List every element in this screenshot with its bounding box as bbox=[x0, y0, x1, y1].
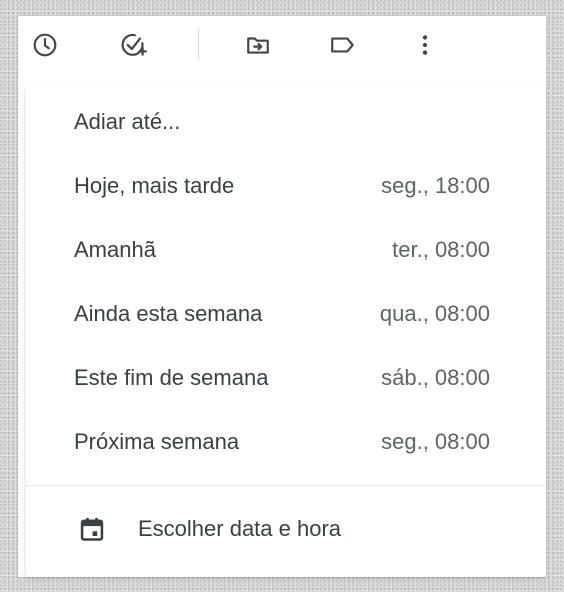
snooze-option-time: sáb., 08:00 bbox=[381, 365, 490, 390]
add-to-tasks-button[interactable] bbox=[118, 30, 148, 60]
more-options-button[interactable] bbox=[410, 30, 440, 60]
snooze-option-time: seg., 18:00 bbox=[381, 173, 490, 198]
snooze-option-tomorrow[interactable]: Amanhã ter., 08:00 bbox=[26, 224, 546, 276]
labels-button[interactable] bbox=[328, 30, 358, 60]
move-to-button[interactable] bbox=[243, 30, 273, 60]
snooze-button[interactable] bbox=[30, 30, 60, 60]
move-to-folder-icon bbox=[247, 37, 269, 54]
snooze-menu-title: Adiar até... bbox=[74, 109, 181, 134]
snooze-option-later-today[interactable]: Hoje, mais tarde seg., 18:00 bbox=[26, 160, 546, 212]
snooze-option-label: Este fim de semana bbox=[74, 365, 269, 390]
snooze-option-label: Hoje, mais tarde bbox=[74, 173, 235, 198]
gmail-window: Adiar até... Hoje, mais tarde seg., 18:0… bbox=[18, 16, 546, 577]
pick-date-time-label: Escolher data e hora bbox=[138, 516, 342, 541]
clock-icon bbox=[33, 33, 57, 57]
snooze-option-time: qua., 08:00 bbox=[379, 301, 490, 326]
message-toolbar bbox=[18, 16, 546, 72]
more-vert-icon bbox=[422, 35, 428, 55]
snooze-option-time: seg., 08:00 bbox=[381, 429, 490, 454]
pick-date-time-button[interactable]: Escolher data e hora bbox=[26, 498, 546, 560]
snooze-option-next-week[interactable]: Próxima semana seg., 08:00 bbox=[26, 416, 546, 468]
menu-divider bbox=[26, 485, 546, 486]
calendar-icon bbox=[80, 517, 104, 541]
snooze-option-time: ter., 08:00 bbox=[392, 237, 490, 262]
snooze-option-label: Ainda esta semana bbox=[74, 301, 263, 326]
snooze-option-label: Próxima semana bbox=[74, 429, 240, 454]
snooze-option-this-weekend[interactable]: Este fim de semana sáb., 08:00 bbox=[26, 352, 546, 404]
label-icon bbox=[331, 37, 354, 53]
snooze-menu: Adiar até... Hoje, mais tarde seg., 18:0… bbox=[26, 86, 546, 577]
snooze-option-later-this-week[interactable]: Ainda esta semana qua., 08:00 bbox=[26, 288, 546, 340]
toolbar-divider bbox=[198, 28, 199, 60]
add-task-icon bbox=[121, 33, 147, 56]
snooze-option-label: Amanhã bbox=[74, 237, 156, 262]
